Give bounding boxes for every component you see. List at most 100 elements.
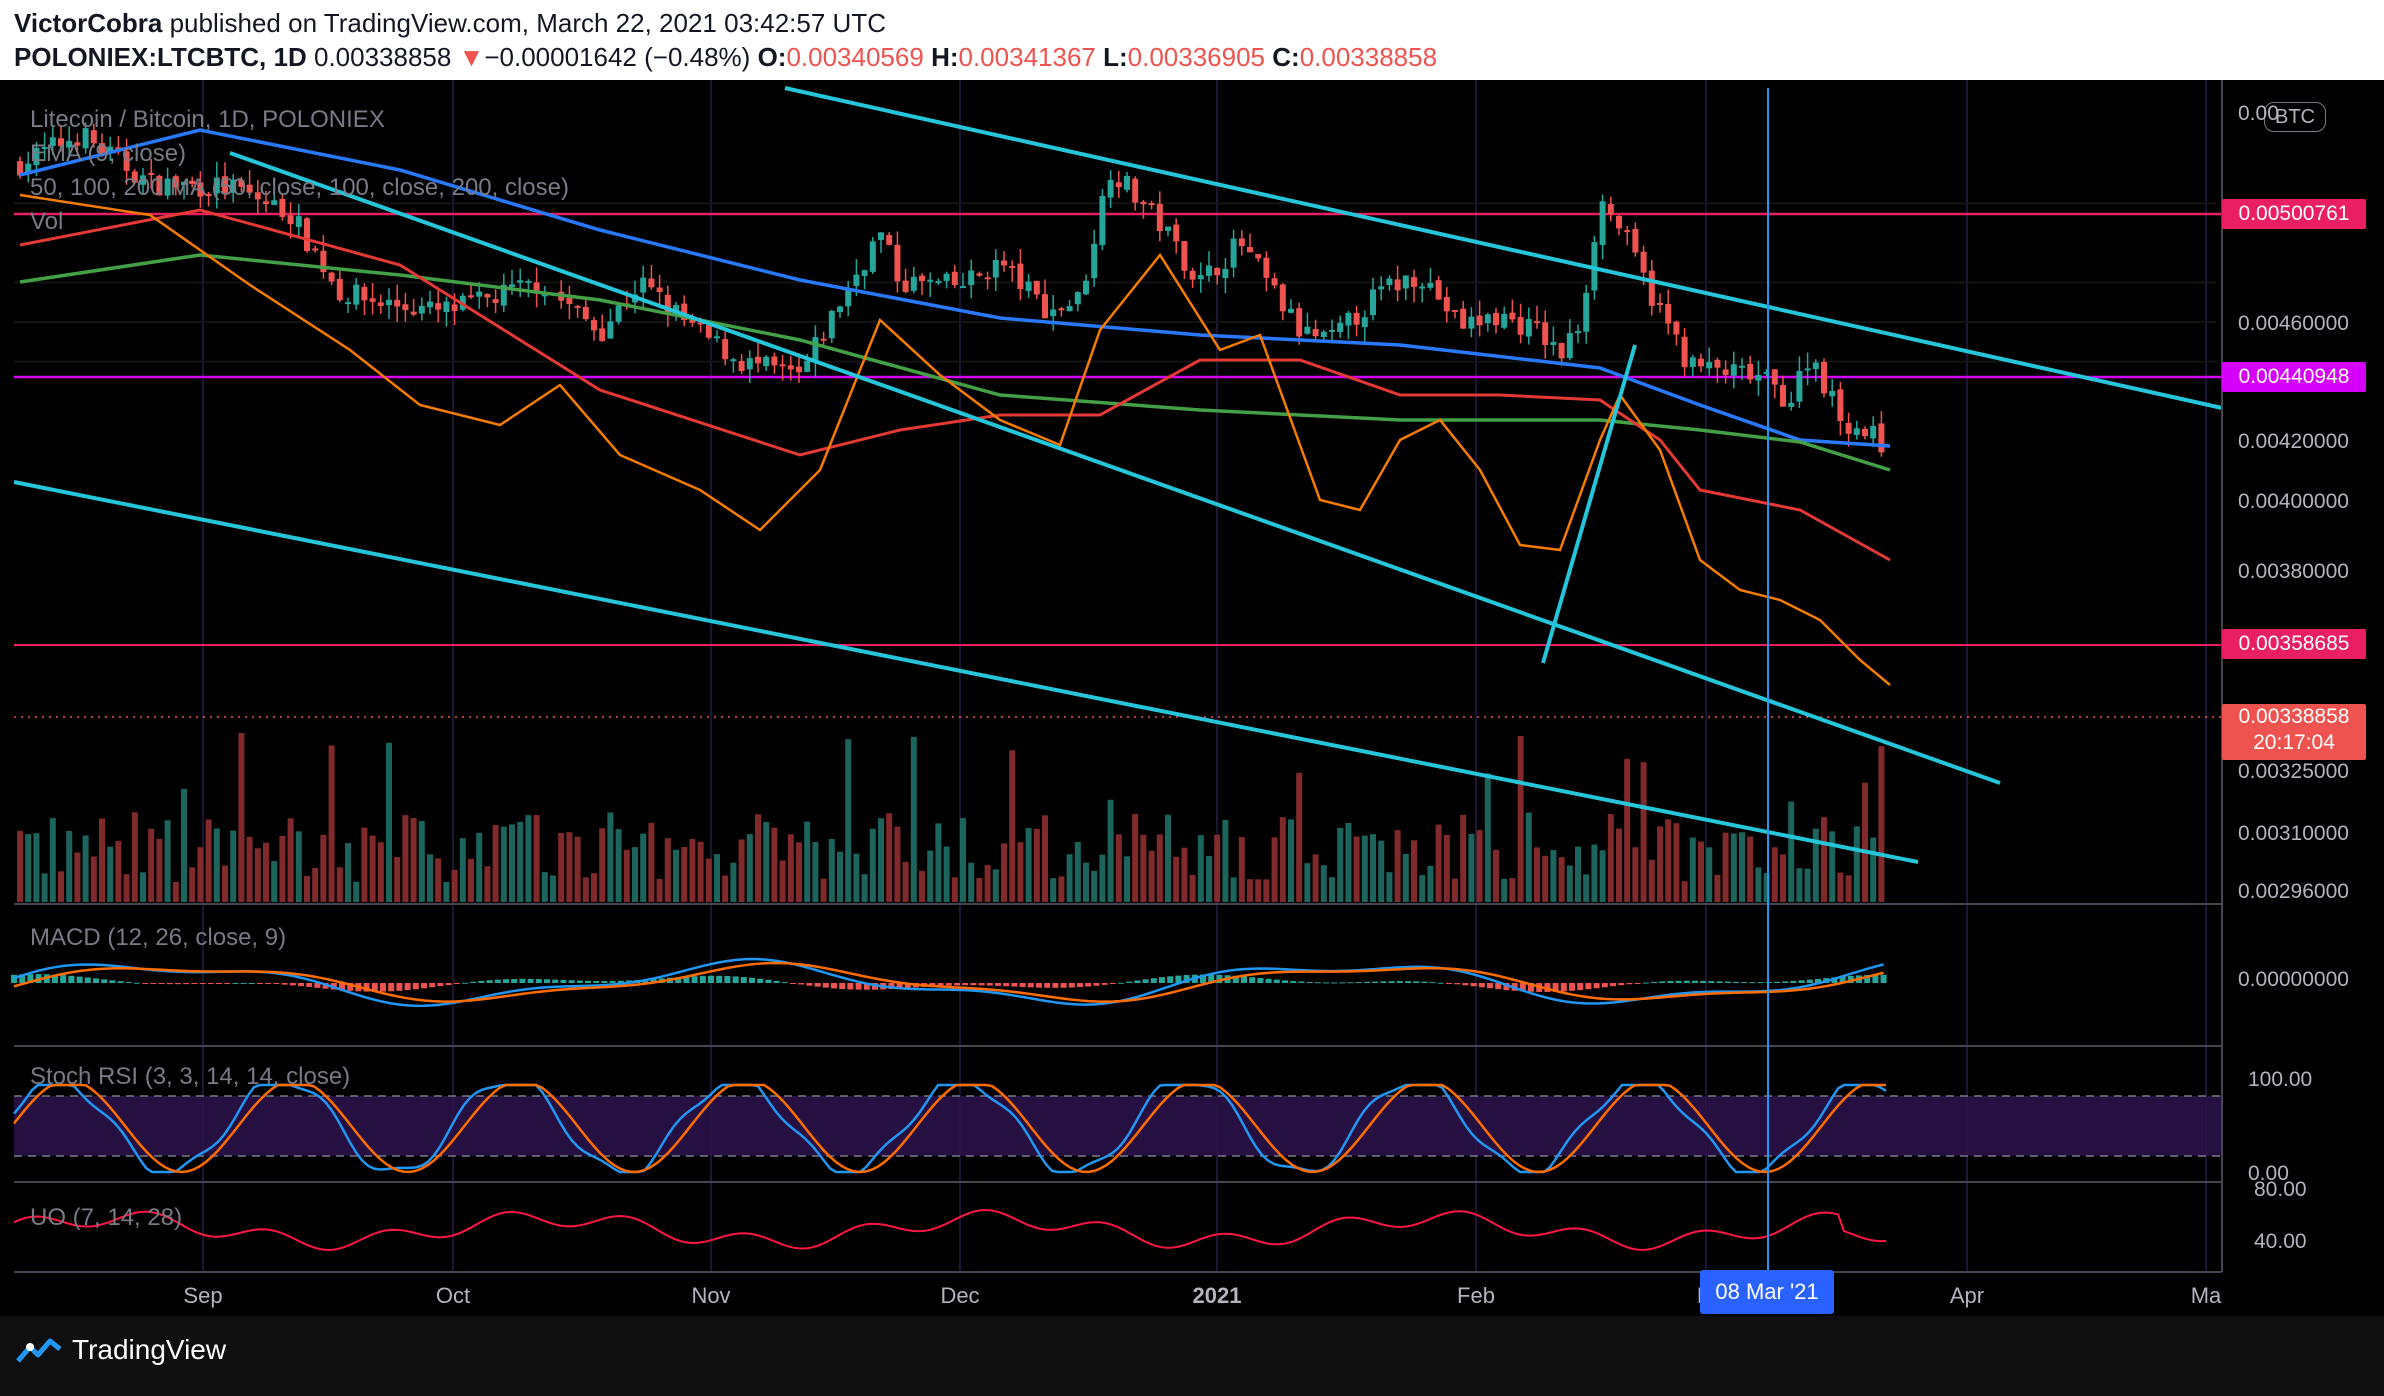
macd-legend[interactable]: MACD (12, 26, close, 9) bbox=[30, 924, 286, 952]
candle-body bbox=[1681, 336, 1688, 368]
candle-body bbox=[1132, 178, 1139, 203]
uo-legend[interactable]: UO (7, 14, 28) bbox=[30, 1204, 182, 1232]
publisher-name[interactable]: VictorCobra bbox=[14, 8, 162, 38]
macd-histogram-bar bbox=[806, 983, 813, 986]
candle-body bbox=[869, 241, 876, 272]
macd-histogram-bar bbox=[535, 979, 542, 983]
candle-body bbox=[394, 299, 401, 307]
volume-bar bbox=[1771, 847, 1778, 902]
macd-histogram-bar bbox=[1585, 983, 1592, 990]
candle-body bbox=[656, 287, 663, 292]
candle-body bbox=[1066, 306, 1073, 312]
volume-bar bbox=[1025, 828, 1032, 902]
ohlc-line: POLONIEX:LTCBTC, 1D 0.00338858 ▼−0.00001… bbox=[14, 42, 1437, 73]
stoch-rsi-legend[interactable]: Stoch RSI (3, 3, 14, 14, close) bbox=[30, 1063, 350, 1091]
tradingview-logo[interactable]: TradingView bbox=[16, 1334, 226, 1366]
volume-bar bbox=[123, 874, 130, 902]
macd-histogram-bar bbox=[708, 975, 714, 983]
level-label-resistance-2[interactable]: 0.00440948 bbox=[2222, 362, 2366, 392]
macd-histogram-bar bbox=[593, 980, 600, 983]
macd-histogram-bar bbox=[478, 980, 485, 983]
volume-bar bbox=[312, 867, 319, 902]
volume-bar bbox=[427, 854, 433, 902]
macd-histogram-bar bbox=[724, 976, 731, 983]
macd-histogram-bar bbox=[1593, 983, 1600, 989]
macd-histogram-bar bbox=[412, 983, 419, 990]
volume-bar bbox=[1796, 868, 1803, 902]
volume-bar bbox=[25, 834, 32, 902]
ema-legend[interactable]: EMA (9, close) bbox=[30, 140, 186, 168]
volume-bar bbox=[1501, 878, 1508, 902]
volume-bar bbox=[1714, 874, 1721, 902]
volume-bar bbox=[1394, 830, 1401, 902]
candle-body bbox=[1148, 203, 1155, 206]
volume-bar bbox=[181, 788, 187, 902]
candle-body bbox=[1476, 315, 1483, 326]
open-label: O: bbox=[757, 42, 787, 72]
horizontal-levels[interactable] bbox=[14, 212, 2222, 718]
volume-bar bbox=[156, 838, 163, 902]
volume-bar bbox=[730, 862, 737, 902]
volume-bar bbox=[1419, 875, 1426, 902]
candle-body bbox=[1862, 428, 1868, 437]
macd-histogram-bar bbox=[1003, 983, 1010, 987]
candle-body bbox=[1714, 359, 1721, 368]
macd-histogram-bar bbox=[1659, 981, 1666, 983]
candle-body bbox=[1353, 312, 1360, 325]
macd-histogram-bar bbox=[1323, 982, 1329, 984]
candle-body bbox=[1247, 247, 1253, 253]
macd-histogram-bar bbox=[1487, 983, 1493, 989]
volume-bar bbox=[1599, 850, 1606, 902]
ma-legend[interactable]: 50, 100, 200 MA (50, close, 100, close, … bbox=[30, 174, 569, 202]
candle-body bbox=[1296, 308, 1303, 337]
candle-body bbox=[919, 275, 925, 282]
macd-histogram-bar bbox=[1068, 983, 1075, 988]
level-label-resistance-1[interactable]: 0.00500761 bbox=[2222, 199, 2366, 229]
volume-bar bbox=[697, 841, 704, 902]
candle-body bbox=[1780, 385, 1786, 407]
macd-histogram-bar bbox=[388, 983, 395, 992]
macd-histogram-bar bbox=[1396, 981, 1403, 983]
macd-histogram-bar bbox=[101, 979, 108, 983]
candle-body bbox=[1255, 254, 1262, 259]
macd-histogram-bar bbox=[68, 975, 75, 983]
volume-bar bbox=[656, 879, 663, 902]
macd-histogram-bar bbox=[1347, 982, 1354, 984]
macd-histogram-bar bbox=[1052, 983, 1059, 988]
volume-bar bbox=[714, 854, 720, 902]
macd-histogram-bar bbox=[847, 983, 854, 990]
candle-body bbox=[1698, 358, 1704, 367]
macd-histogram-bar bbox=[1060, 983, 1067, 988]
macd-histogram-bar bbox=[1109, 983, 1116, 984]
volume-bar bbox=[246, 836, 253, 902]
volume-bar bbox=[615, 829, 622, 902]
chart-canvas[interactable] bbox=[0, 80, 2384, 1316]
volume-legend[interactable]: Vol bbox=[30, 208, 63, 236]
volume-bar bbox=[58, 871, 64, 902]
macd-histogram-bar bbox=[1560, 983, 1567, 992]
candle-body bbox=[525, 281, 532, 284]
candle-body bbox=[976, 273, 983, 276]
macd-histogram-bar bbox=[503, 979, 509, 983]
macd-histogram-bar bbox=[1757, 982, 1764, 984]
volume-bar bbox=[1468, 834, 1475, 902]
candle-body bbox=[730, 359, 737, 362]
candle-body bbox=[566, 297, 573, 304]
volume-bar bbox=[254, 848, 261, 902]
macd-histogram-bar bbox=[150, 983, 157, 984]
candle-body bbox=[828, 310, 835, 339]
macd-histogram-bar bbox=[1610, 983, 1616, 987]
volume-bar bbox=[689, 839, 696, 902]
volume-bar bbox=[517, 821, 524, 902]
axis-tick: 0.00296000 bbox=[2238, 880, 2349, 903]
macd-histogram-bar bbox=[429, 983, 436, 988]
symbol-legend[interactable]: Litecoin / Bitcoin, 1D, POLONIEX bbox=[30, 106, 385, 134]
macd-histogram-bar bbox=[1806, 979, 1813, 983]
level-label-support[interactable]: 0.00358685 bbox=[2222, 629, 2366, 659]
macd-histogram-bar bbox=[494, 979, 501, 983]
macd-histogram-bar bbox=[585, 980, 591, 983]
macd-histogram-bar bbox=[527, 978, 534, 983]
macd-histogram-bar bbox=[1265, 978, 1272, 983]
macd-histogram-bar bbox=[207, 983, 214, 984]
pane-separators[interactable] bbox=[14, 80, 2223, 1273]
